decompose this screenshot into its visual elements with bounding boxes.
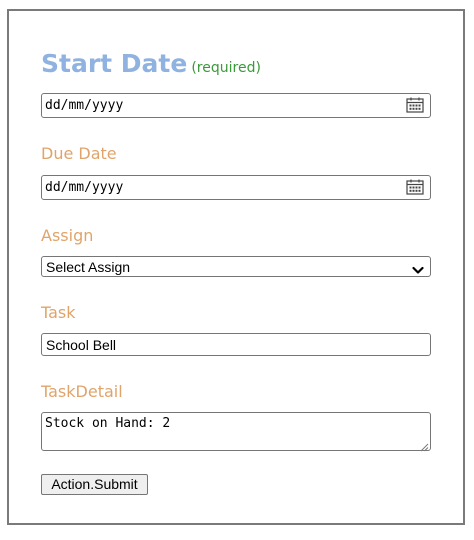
task-input[interactable]: School Bell [41,333,431,356]
start-date-input[interactable]: dd/mm/yyyy [41,93,431,118]
task-label: Task [41,303,76,322]
due-date-input[interactable]: dd/mm/yyyy [41,175,431,200]
due-date-value: dd/mm/yyyy [45,180,124,195]
due-date-label: Due Date [41,144,117,163]
task-value: School Bell [46,337,117,353]
assign-selected-value: Select Assign [46,259,131,275]
calendar-icon[interactable] [406,97,424,118]
task-detail-value: Stock on Hand: 2 [45,416,171,431]
resize-grip-icon[interactable] [419,439,429,457]
submit-button[interactable]: Action.Submit [41,474,148,495]
form-card: Start Date (required) dd/mm/yyyy Due Dat… [7,9,465,525]
calendar-icon[interactable] [406,179,424,200]
chevron-down-icon [412,262,424,280]
required-note: (required) [191,60,261,76]
start-date-heading: Start Date (required) [41,49,261,78]
start-date-value: dd/mm/yyyy [45,98,124,113]
task-detail-label: TaskDetail [41,382,123,401]
assign-select[interactable]: Select Assign [41,256,431,277]
start-date-label: Start Date [41,49,188,78]
task-detail-textarea[interactable]: Stock on Hand: 2 [41,412,431,452]
assign-label: Assign [41,226,94,245]
